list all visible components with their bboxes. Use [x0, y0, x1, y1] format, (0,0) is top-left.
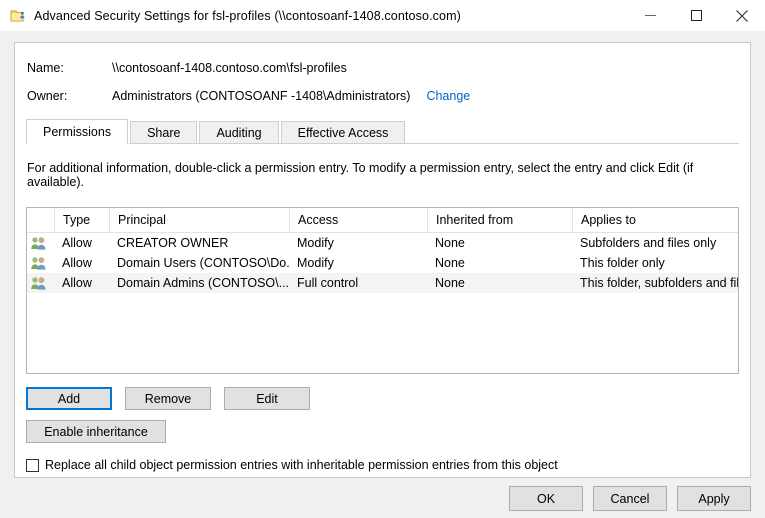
- column-header-applies-to[interactable]: Applies to: [572, 208, 738, 232]
- row-type: Allow: [54, 253, 109, 273]
- column-header-access[interactable]: Access: [289, 208, 427, 232]
- column-header-icon[interactable]: [27, 208, 54, 232]
- window-title: Advanced Security Settings for fsl-profi…: [34, 9, 461, 23]
- name-row: Name: \\contosoanf-1408.contoso.com\fsl-…: [15, 61, 750, 75]
- row-applies-to: This folder, subfolders and files: [572, 273, 738, 293]
- dialog-footer: OK Cancel Apply: [0, 486, 765, 511]
- owner-value: Administrators (CONTOSOANF -1408\Adminis…: [112, 89, 410, 103]
- apply-button[interactable]: Apply: [677, 486, 751, 511]
- replace-child-permissions-label: Replace all child object permission entr…: [45, 458, 558, 472]
- add-button[interactable]: Add: [26, 387, 112, 410]
- row-principal: Domain Users (CONTOSO\Do...: [109, 253, 289, 273]
- table-row[interactable]: Allow Domain Admins (CONTOSO\... Full co…: [27, 273, 738, 293]
- column-header-type[interactable]: Type: [54, 208, 109, 232]
- info-text: For additional information, double-click…: [27, 161, 750, 189]
- minimize-icon[interactable]: [627, 0, 673, 31]
- title-bar: Advanced Security Settings for fsl-profi…: [0, 0, 765, 31]
- tab-auditing[interactable]: Auditing: [199, 121, 278, 144]
- column-header-principal[interactable]: Principal: [109, 208, 289, 232]
- shared-folder-icon: [10, 8, 26, 24]
- replace-child-permissions-row: Replace all child object permission entr…: [26, 458, 558, 472]
- row-icon-cell: [27, 253, 54, 273]
- window-controls: [627, 0, 765, 31]
- permission-action-buttons: Add Remove Edit: [26, 387, 323, 410]
- replace-child-permissions-checkbox[interactable]: [26, 459, 39, 472]
- table-row[interactable]: Allow Domain Users (CONTOSO\Do... Modify…: [27, 253, 738, 273]
- change-owner-link[interactable]: Change: [426, 89, 470, 103]
- row-inherited-from: None: [427, 273, 572, 293]
- row-type: Allow: [54, 273, 109, 293]
- remove-button[interactable]: Remove: [125, 387, 211, 410]
- edit-button[interactable]: Edit: [224, 387, 310, 410]
- cancel-button[interactable]: Cancel: [593, 486, 667, 511]
- row-principal: CREATOR OWNER: [109, 233, 289, 253]
- tab-share[interactable]: Share: [130, 121, 197, 144]
- group-icon: [30, 256, 47, 270]
- row-icon-cell: [27, 273, 54, 293]
- group-icon: [30, 236, 47, 250]
- row-access: Full control: [289, 273, 427, 293]
- row-inherited-from: None: [427, 233, 572, 253]
- row-principal: Domain Admins (CONTOSO\...: [109, 273, 289, 293]
- row-inherited-from: None: [427, 253, 572, 273]
- dialog-panel: Name: \\contosoanf-1408.contoso.com\fsl-…: [14, 42, 751, 478]
- row-access: Modify: [289, 233, 427, 253]
- table-row[interactable]: Allow CREATOR OWNER Modify None Subfolde…: [27, 233, 738, 253]
- permissions-tab-panel: For additional information, double-click…: [15, 144, 750, 477]
- row-applies-to: This folder only: [572, 253, 738, 273]
- tab-permissions[interactable]: Permissions: [26, 119, 128, 144]
- list-header-row: Type Principal Access Inherited from App…: [27, 208, 738, 233]
- name-label: Name:: [15, 61, 112, 75]
- row-icon-cell: [27, 233, 54, 253]
- row-type: Allow: [54, 233, 109, 253]
- close-icon[interactable]: [719, 0, 765, 31]
- ok-button[interactable]: OK: [509, 486, 583, 511]
- tab-strip-underline: [26, 143, 739, 144]
- permission-entries-list[interactable]: Type Principal Access Inherited from App…: [26, 207, 739, 374]
- tab-effective-access[interactable]: Effective Access: [281, 121, 406, 144]
- column-header-inherited-from[interactable]: Inherited from: [427, 208, 572, 232]
- row-access: Modify: [289, 253, 427, 273]
- name-value: \\contosoanf-1408.contoso.com\fsl-profil…: [112, 61, 347, 75]
- maximize-icon[interactable]: [673, 0, 719, 31]
- owner-label: Owner:: [15, 89, 112, 103]
- enable-inheritance-button[interactable]: Enable inheritance: [26, 420, 166, 443]
- row-applies-to: Subfolders and files only: [572, 233, 738, 253]
- tab-strip: Permissions Share Auditing Effective Acc…: [26, 119, 750, 144]
- inheritance-buttons: Enable inheritance: [26, 420, 179, 443]
- owner-row: Owner: Administrators (CONTOSOANF -1408\…: [15, 89, 750, 103]
- group-icon: [30, 276, 47, 290]
